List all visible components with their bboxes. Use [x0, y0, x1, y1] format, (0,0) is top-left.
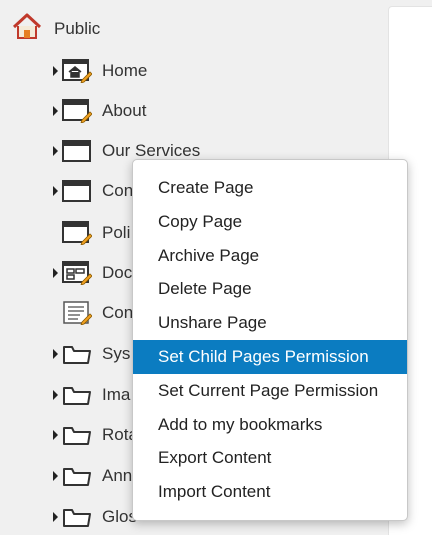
- tree-node-label: Ann: [102, 466, 133, 485]
- tree-node-label: Our Services: [102, 141, 201, 160]
- tree-node-label: Con: [102, 181, 134, 200]
- page: Public Home About Our Services Con Poli …: [0, 0, 432, 535]
- document-edit-icon: [62, 301, 93, 326]
- folder-icon: [62, 464, 92, 488]
- tree-node-label: Poli: [102, 223, 131, 242]
- tree-node-label: Home: [102, 61, 148, 80]
- page-icon: [62, 139, 92, 163]
- page-edit-icon: [62, 221, 93, 246]
- expand-caret-icon[interactable]: [53, 186, 58, 196]
- tree-node-label: About: [102, 101, 147, 120]
- tree-root-label: Public: [54, 19, 101, 38]
- folder-icon: [62, 505, 92, 529]
- expand-caret-icon[interactable]: [53, 106, 58, 116]
- expand-caret-icon[interactable]: [53, 512, 58, 522]
- page-edit-icon: [62, 99, 93, 124]
- tree-node-label: Ima: [102, 385, 131, 404]
- folder-icon: [62, 423, 92, 447]
- menu-item-unshare-page[interactable]: Unshare Page: [133, 306, 407, 340]
- folder-icon: [62, 383, 92, 407]
- menu-item-set-current-page-permission[interactable]: Set Current Page Permission: [133, 374, 407, 408]
- menu-item-archive-page[interactable]: Archive Page: [133, 239, 407, 273]
- tree-root-public[interactable]: Public: [12, 13, 101, 46]
- expand-caret-icon[interactable]: [53, 349, 58, 359]
- menu-item-import-content[interactable]: Import Content: [133, 475, 407, 509]
- expand-caret-icon[interactable]: [53, 268, 58, 278]
- expand-caret-icon[interactable]: [53, 390, 58, 400]
- layout-edit-icon: [62, 261, 93, 286]
- expand-caret-icon[interactable]: [53, 471, 58, 481]
- menu-item-copy-page[interactable]: Copy Page: [133, 205, 407, 239]
- context-menu: Create Page Copy Page Archive Page Delet…: [132, 159, 408, 521]
- menu-item-create-page[interactable]: Create Page: [133, 171, 407, 205]
- menu-item-delete-page[interactable]: Delete Page: [133, 272, 407, 306]
- expand-caret-icon[interactable]: [53, 430, 58, 440]
- home-page-icon: [62, 59, 93, 84]
- page-icon: [62, 179, 92, 203]
- menu-item-add-to-bookmarks[interactable]: Add to my bookmarks: [133, 408, 407, 442]
- menu-item-set-child-pages-permission[interactable]: Set Child Pages Permission: [133, 339, 407, 374]
- tree-node-label: Doc: [102, 263, 133, 282]
- tree-node-label: Sys: [102, 344, 131, 363]
- home-icon: [12, 13, 42, 46]
- folder-icon: [62, 342, 92, 366]
- tree-node-label: Con: [102, 303, 134, 322]
- expand-caret-icon[interactable]: [53, 146, 58, 156]
- expand-caret-icon[interactable]: [53, 66, 58, 76]
- menu-item-export-content[interactable]: Export Content: [133, 441, 407, 475]
